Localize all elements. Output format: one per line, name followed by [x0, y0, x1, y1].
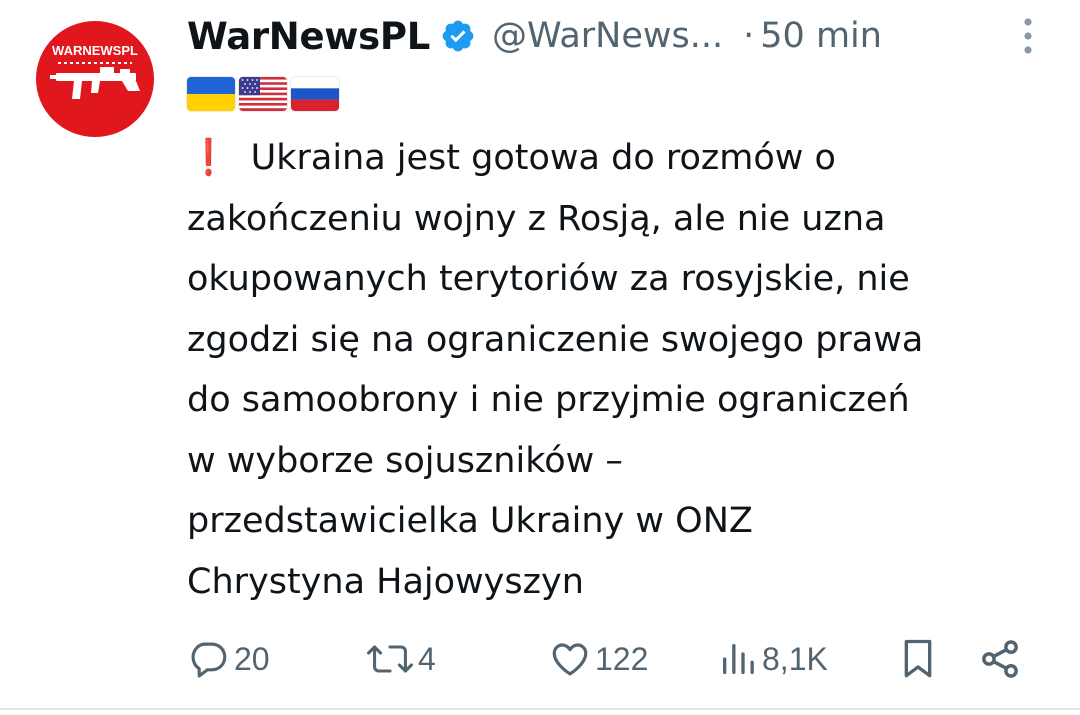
verified-badge-icon[interactable] — [440, 18, 476, 54]
display-name[interactable]: WarNewsPL — [187, 15, 430, 58]
like-button[interactable]: 122 — [549, 632, 648, 686]
rifle-icon — [50, 67, 140, 99]
bookmark-button[interactable] — [898, 632, 938, 686]
post-header: WarNewsPL @WarNews... · 50 min — [187, 10, 1060, 62]
post-text: ❗ Ukraina jest gotowa do rozmów o zakończ… — [187, 128, 1057, 612]
post-time[interactable]: 50 min — [760, 16, 882, 56]
repost-button[interactable]: 4 — [366, 632, 436, 686]
post-text-line-1: ❗ Ukraina jest gotowa do rozmów o — [187, 128, 1057, 189]
avatar-logo-text: WARNEWSPL — [52, 43, 138, 58]
repost-count: 4 — [418, 640, 436, 677]
heart-icon — [552, 643, 588, 676]
views-button[interactable]: 8,1K — [718, 632, 828, 686]
post-text-line-2: zakończeniu wojny z Rosją, ale nie uzna — [187, 198, 886, 239]
more-options-icon[interactable] — [1016, 14, 1040, 58]
post-text-line-4: zgodzi się na ograniczenie swojego prawa — [187, 319, 924, 360]
post-text-line-6: w wyborze sojuszników – — [187, 440, 623, 481]
like-count: 122 — [595, 640, 649, 677]
share-button[interactable] — [978, 632, 1022, 686]
reply-button[interactable]: 20 — [188, 632, 270, 686]
flag-emojis — [187, 77, 339, 111]
bookmark-icon — [904, 639, 932, 678]
repost-icon — [367, 645, 413, 673]
exclamation-icon: ❗ — [191, 138, 227, 178]
post-text-line-7: przedstawicielka Ukrainy w ONZ — [187, 501, 753, 541]
user-handle[interactable]: @WarNews... — [492, 16, 723, 56]
share-icon — [982, 640, 1018, 678]
reply-icon — [191, 642, 227, 678]
action-bar: 20 4 122 8,1K — [0, 632, 1080, 686]
views-chart-icon — [723, 644, 754, 674]
post-text-line-5: do samoobrony i nie przyjmie ograniczeń — [187, 380, 910, 420]
views-count: 8,1K — [762, 640, 828, 677]
reply-count: 20 — [234, 640, 270, 677]
usa-flag-icon — [239, 77, 287, 111]
avatar[interactable]: WARNEWSPL — [36, 21, 154, 137]
ukraine-flag-icon — [187, 77, 235, 111]
russia-flag-icon — [291, 77, 339, 111]
post-text-line-8: Chrystyna Hajowyszyn — [187, 561, 584, 602]
post-text-line-3: okupowanych terytoriów za rosyjskie, nie — [187, 259, 910, 299]
separator-dot: · — [743, 16, 755, 56]
divider — [0, 708, 1080, 710]
